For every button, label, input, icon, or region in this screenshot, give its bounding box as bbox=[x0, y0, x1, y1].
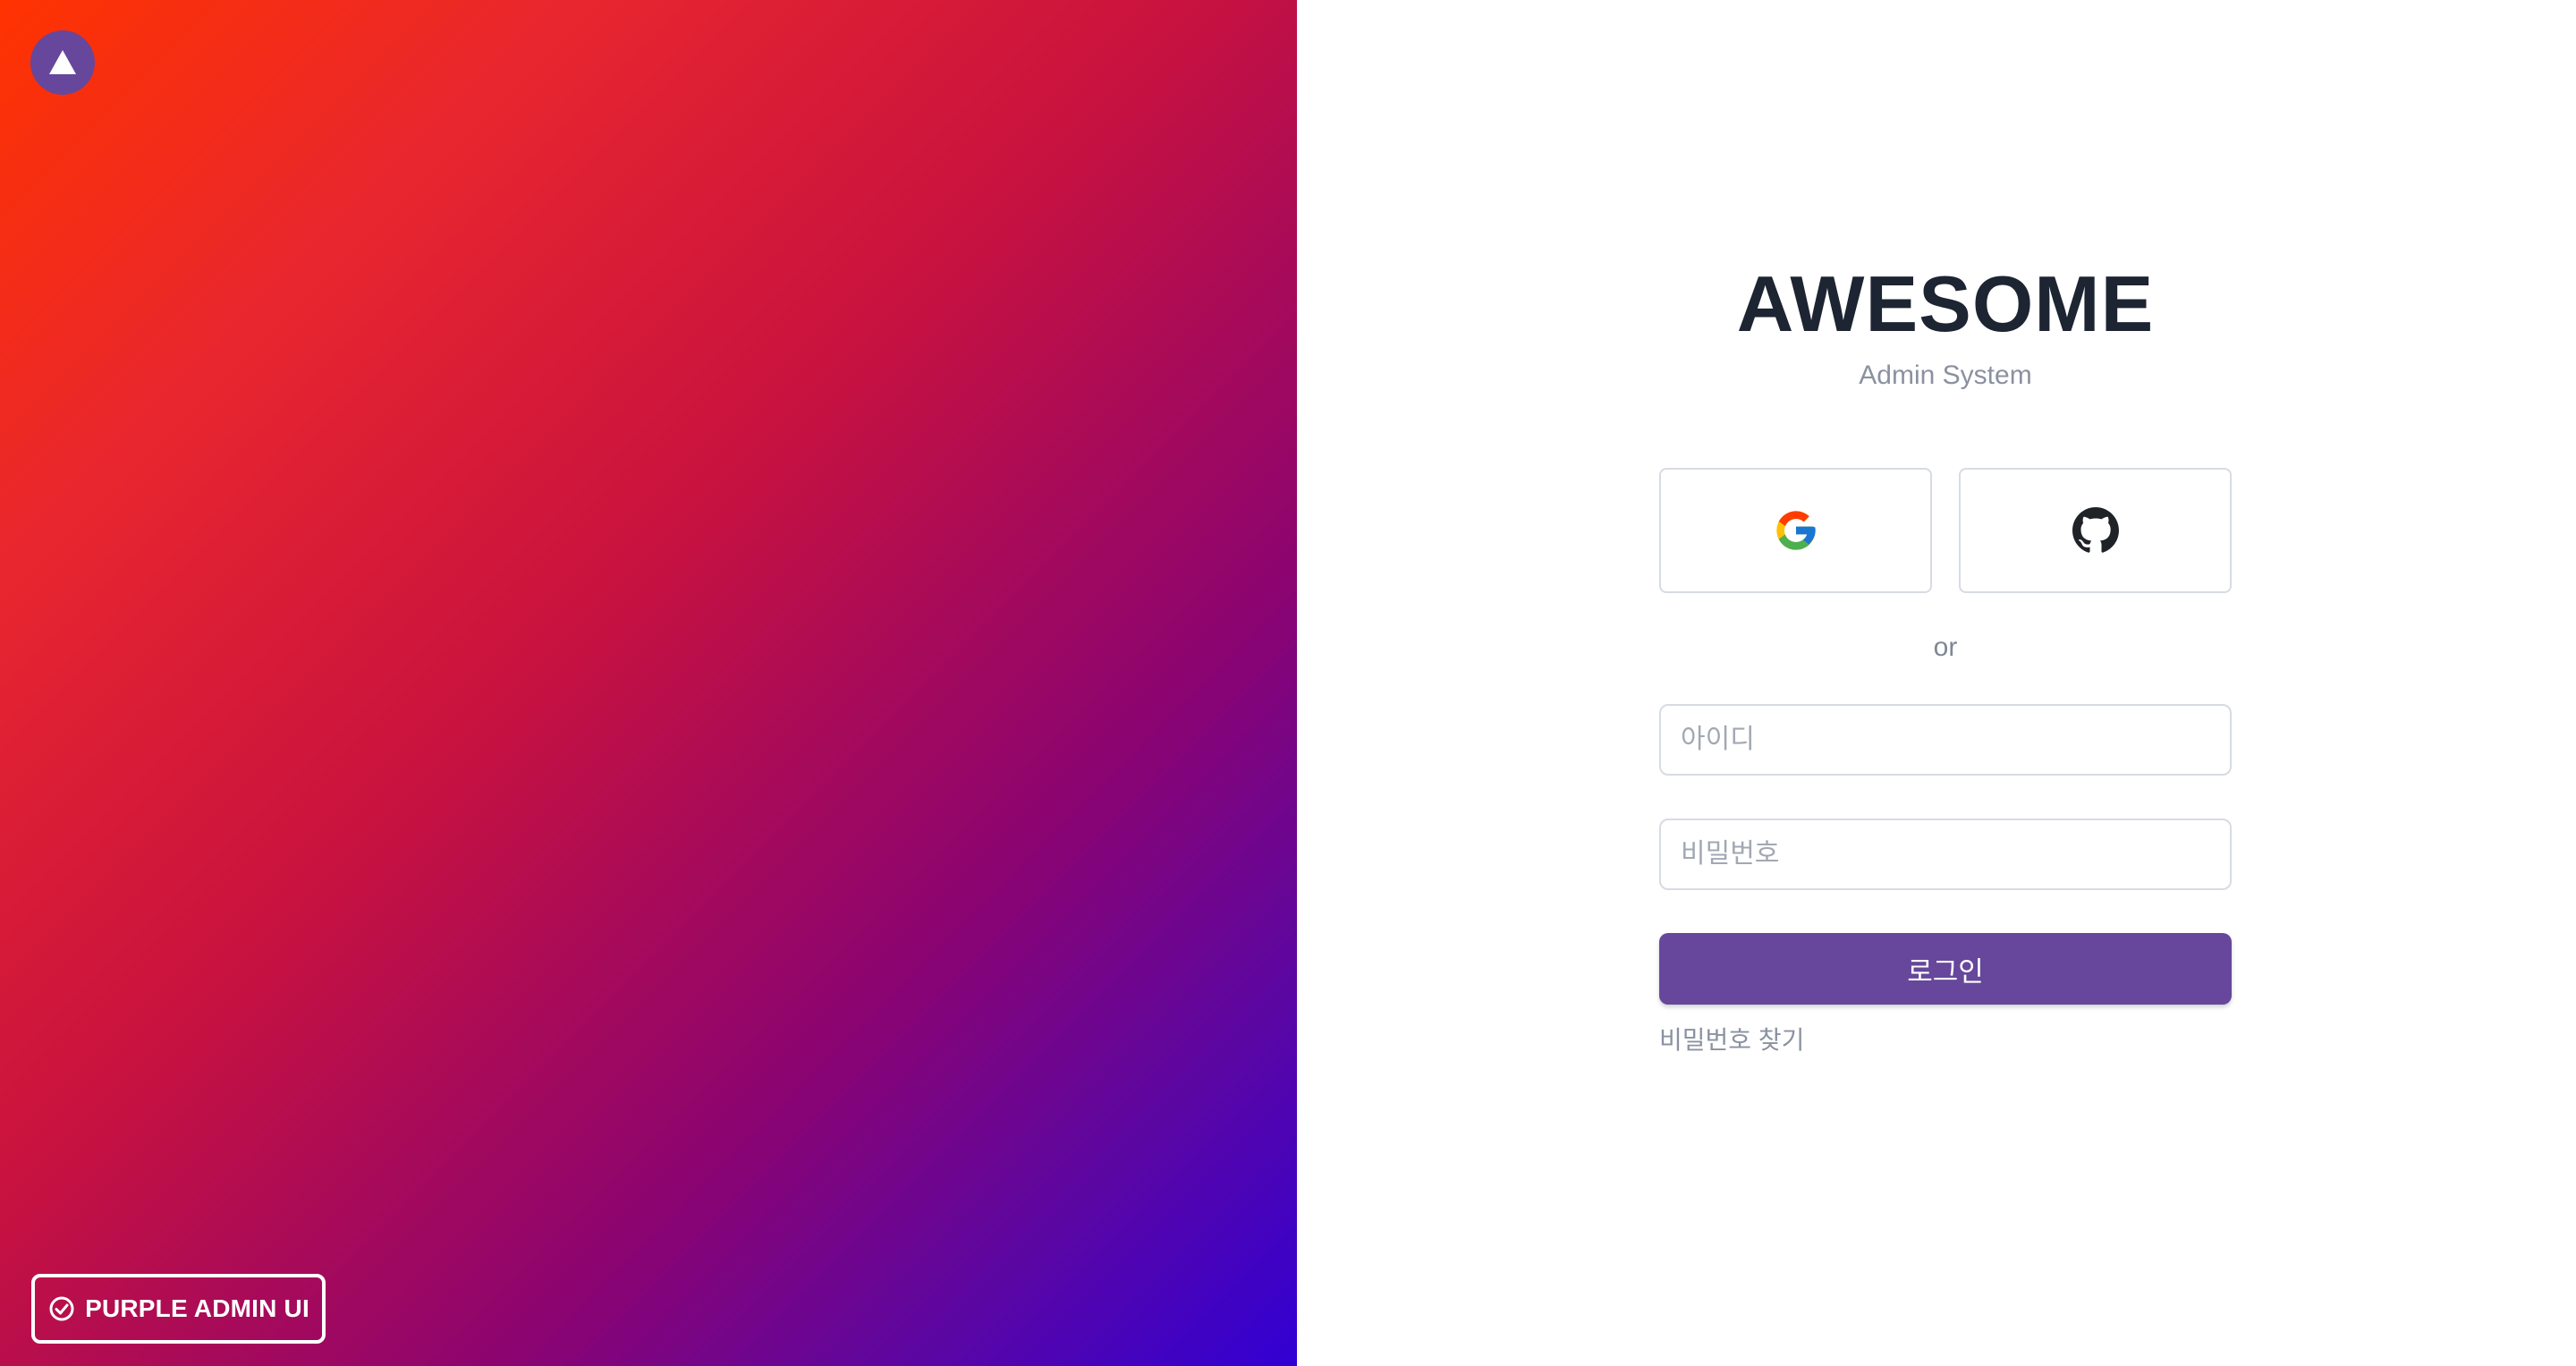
github-login-button[interactable] bbox=[1959, 468, 2232, 593]
username-input[interactable] bbox=[1659, 704, 2232, 776]
page-subtitle: Admin System bbox=[1859, 361, 2032, 390]
login-form: AWESOME Admin System or 아이디 로그인 비밀번호 찾기 bbox=[1659, 255, 2232, 1056]
social-login-buttons bbox=[1659, 468, 2232, 593]
google-login-button[interactable] bbox=[1659, 468, 1932, 593]
purple-admin-ui-badge[interactable]: PURPLE ADMIN UI bbox=[31, 1274, 326, 1344]
page-title: AWESOME bbox=[1736, 259, 2155, 348]
check-circle-icon bbox=[49, 1296, 74, 1321]
hero-gradient-panel: PURPLE ADMIN UI bbox=[0, 0, 1297, 1366]
or-separator: or bbox=[1933, 632, 1958, 662]
login-button[interactable]: 로그인 bbox=[1659, 933, 2232, 1005]
password-input[interactable] bbox=[1659, 819, 2232, 890]
app-logo[interactable] bbox=[30, 30, 95, 95]
triangle-logo-icon bbox=[49, 50, 76, 74]
login-page: PURPLE ADMIN UI AWESOME Admin System or … bbox=[0, 0, 2576, 1366]
find-password-link[interactable]: 비밀번호 찾기 bbox=[1659, 1021, 2232, 1056]
google-icon bbox=[1775, 511, 1816, 550]
brand-badge-label: PURPLE ADMIN UI bbox=[85, 1294, 309, 1322]
login-panel: AWESOME Admin System or 아이디 로그인 비밀번호 찾기 bbox=[1297, 0, 2576, 1366]
github-icon bbox=[2072, 507, 2119, 553]
